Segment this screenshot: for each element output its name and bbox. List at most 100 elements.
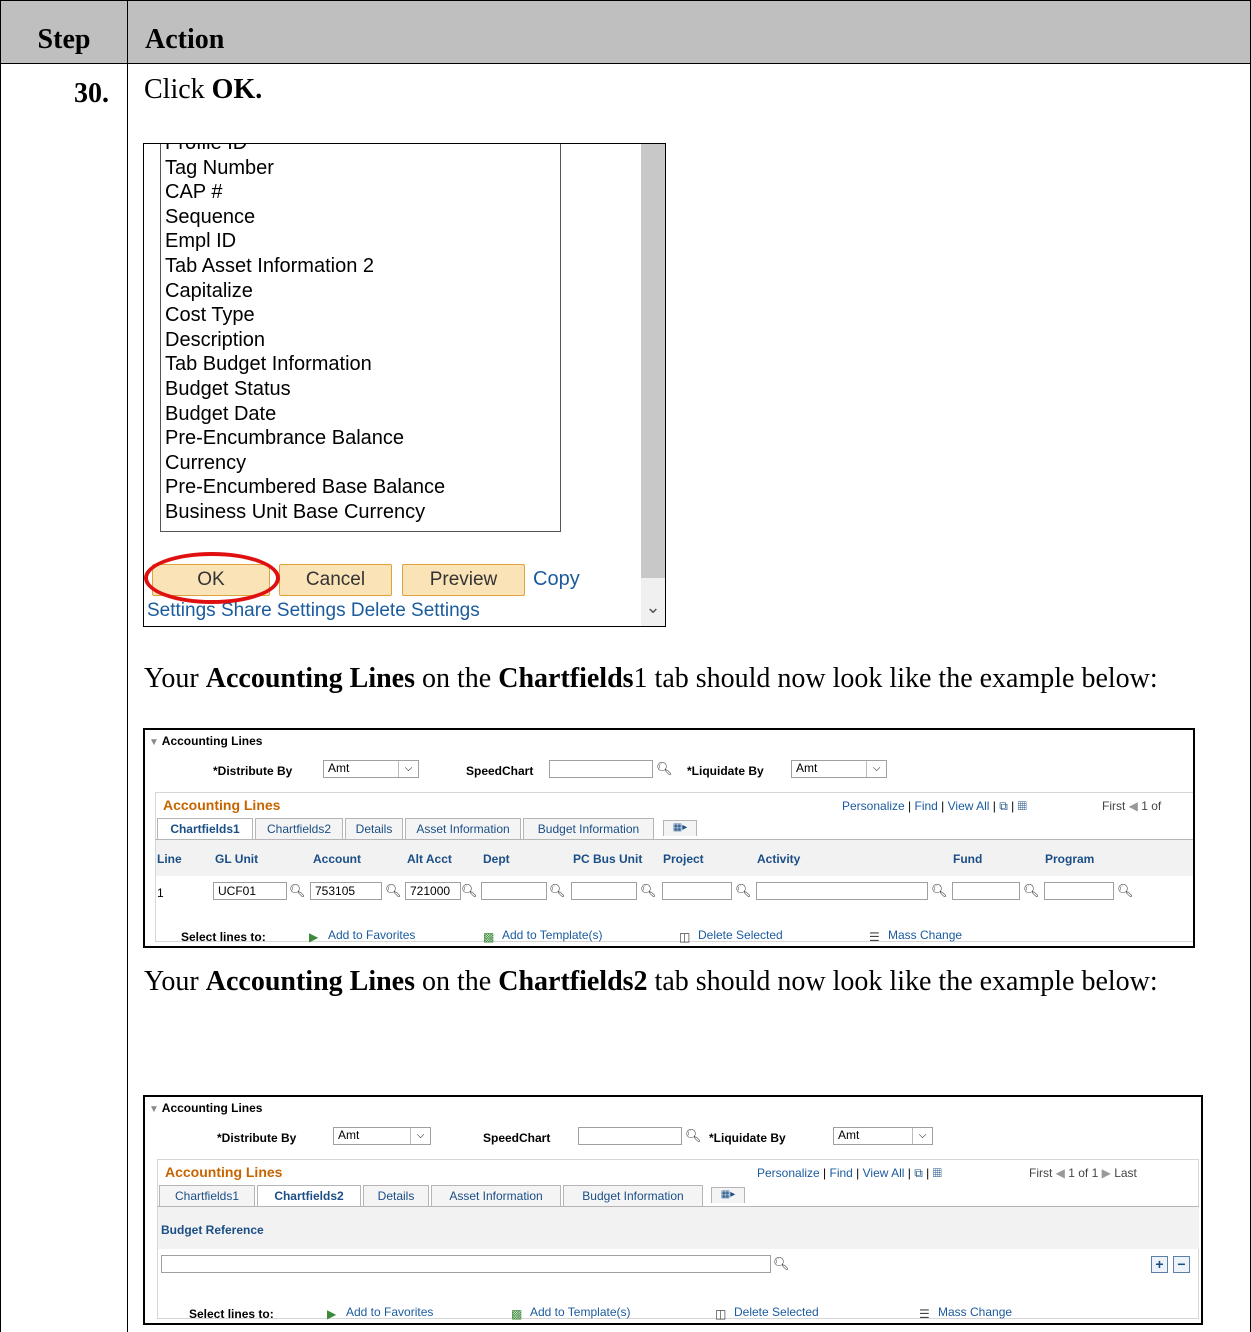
column-list-item[interactable]: Currency [165,451,560,476]
personalize-link[interactable]: Personalize [757,1166,820,1180]
last-link[interactable]: Last [1114,1166,1137,1180]
download-grid-icon[interactable]: ▦ [933,1166,942,1180]
delete-settings-link[interactable]: Delete Settings [351,600,480,621]
delete-selected-link[interactable]: ◫ Delete Selected [715,1305,819,1321]
tab-asset-information[interactable]: Asset Information [431,1185,561,1206]
chevron-left-icon[interactable]: ◀ [1056,1166,1065,1180]
add-to-favorites-link[interactable]: ▶ Add to Favorites [327,1305,433,1321]
add-to-favorites-link[interactable]: ▶ Add to Favorites [309,928,415,944]
column-list-item[interactable]: Budget Date [165,402,560,427]
search-icon[interactable]: 🔍︎ [549,883,566,899]
column-list-item[interactable]: Capitalize [165,279,560,304]
favorites-icon: ▶ [309,930,319,944]
search-icon[interactable]: 🔍︎ [773,1256,790,1272]
mass-change-link[interactable]: ☰ Mass Change [869,928,963,944]
first-link[interactable]: First [1102,799,1125,813]
search-icon[interactable]: 🔍︎ [289,883,306,899]
dept-input[interactable] [481,882,547,900]
search-icon[interactable]: 🔍︎ [735,883,752,899]
search-icon[interactable]: 🔍︎ [1117,883,1134,899]
find-link[interactable]: Find [915,799,938,813]
tab-budget-information[interactable]: Budget Information [563,1185,703,1206]
settings-link[interactable]: Settings [147,600,216,621]
tab-chartfields2[interactable]: Chartfields2 [255,818,343,839]
personalize-link[interactable]: Personalize [842,799,905,813]
speedchart-input[interactable] [549,760,653,778]
activity-input[interactable] [756,882,928,900]
add-to-template-link[interactable]: ▩ Add to Template(s) [483,928,603,944]
column-list-item[interactable]: Pre-Encumbrance Balance [165,426,560,451]
preview-button[interactable]: Preview [402,564,525,596]
tab-chartfields1[interactable]: Chartfields1 [159,1185,255,1206]
section-collapse[interactable]: ▼ Accounting Lines [149,1101,262,1115]
column-list-item[interactable]: Pre-Encumbered Base Balance [165,475,560,500]
alt-acct-input[interactable]: 721000 [405,882,461,900]
zoom-icon[interactable]: ⧉ [999,799,1008,813]
share-settings-link[interactable]: Share Settings [221,600,346,621]
chartfields2-caption: Your Accounting Lines on the Chartfields… [144,963,1234,1001]
column-list-item[interactable]: Profile ID [165,144,560,156]
column-list-item[interactable]: Budget Status [165,377,560,402]
column-list-item[interactable]: Tab Budget Information [165,352,560,377]
chevron-down-icon[interactable]: ⌄ [644,598,662,616]
liquidate-by-select[interactable]: Amt ⌵ [791,760,887,778]
column-list-item[interactable]: Description [165,328,560,353]
search-icon[interactable]: 🔍︎ [640,883,657,899]
fund-input[interactable] [952,882,1020,900]
page-info: 1 of [1141,799,1162,813]
speedchart-input[interactable] [578,1127,682,1145]
scrollbar-thumb[interactable] [641,144,665,578]
add-row-button[interactable]: + [1151,1256,1168,1273]
tab-asset-information[interactable]: Asset Information [405,818,521,839]
tab-chartfields2[interactable]: Chartfields2 [257,1185,361,1206]
show-all-columns-icon[interactable]: ▦▸ [663,820,697,836]
ok-button[interactable]: OK [152,564,270,596]
tab-chartfields1[interactable]: Chartfields1 [157,818,253,839]
show-all-columns-icon[interactable]: ▦▸ [711,1187,745,1203]
liquidate-by-label: *Liquidate By [687,764,764,778]
search-icon[interactable]: 🔍︎ [461,883,478,899]
pc-bus-unit-input[interactable] [571,882,637,900]
column-list-item[interactable]: CAP # [165,180,560,205]
search-icon[interactable]: 🔍︎ [385,883,402,899]
column-list-item[interactable]: Empl ID [165,229,560,254]
distribute-by-select[interactable]: Amt ⌵ [333,1127,431,1145]
column-listbox[interactable]: Profile ID Tag Number CAP # Sequence Empl ID… [160,144,561,532]
download-grid-icon[interactable]: ▦ [1018,799,1027,813]
view-all-link[interactable]: View All [948,799,990,813]
chevron-right-icon[interactable]: ▶ [1102,1166,1111,1180]
add-to-template-link[interactable]: ▩ Add to Template(s) [511,1305,631,1321]
account-input[interactable]: 753105 [310,882,382,900]
search-icon[interactable]: 🔍︎ [931,883,948,899]
delete-row-button[interactable]: − [1173,1256,1190,1273]
cancel-button[interactable]: Cancel [279,564,392,596]
zoom-icon[interactable]: ⧉ [914,1166,923,1180]
find-link[interactable]: Find [830,1166,853,1180]
search-icon[interactable]: 🔍︎ [1023,883,1040,899]
column-list-item[interactable]: Business Unit Base Currency [165,500,560,525]
budget-reference-input[interactable] [161,1255,771,1273]
search-icon[interactable]: 🔍︎ [685,1128,702,1144]
first-link[interactable]: First [1029,1166,1052,1180]
distribute-by-select[interactable]: Amt ⌵ [323,760,419,778]
column-list-item[interactable]: Tab Asset Information 2 [165,254,560,279]
column-list-item[interactable]: Cost Type [165,303,560,328]
mass-change-link[interactable]: ☰ Mass Change [919,1305,1012,1321]
tab-details[interactable]: Details [363,1185,429,1206]
section-collapse[interactable]: ▼ Accounting Lines [149,734,262,748]
column-list-item[interactable]: Sequence [165,205,560,230]
tab-budget-information[interactable]: Budget Information [523,818,654,839]
chevron-left-icon[interactable]: ◀ [1129,799,1138,813]
copy-link[interactable]: Copy [533,568,580,591]
delete-selected-link[interactable]: ◫ Delete Selected [679,928,783,944]
view-all-link[interactable]: View All [863,1166,905,1180]
column-list-item[interactable]: Tag Number [165,156,560,181]
gl-unit-input[interactable]: UCF01 [213,882,287,900]
project-input[interactable] [662,882,732,900]
program-input[interactable] [1044,882,1114,900]
vertical-scrollbar[interactable]: ⌄ [641,144,665,626]
mass-change-label: Mass Change [888,928,963,942]
search-icon[interactable]: 🔍︎ [656,761,673,777]
liquidate-by-select[interactable]: Amt ⌵ [833,1127,933,1145]
tab-details[interactable]: Details [345,818,403,839]
